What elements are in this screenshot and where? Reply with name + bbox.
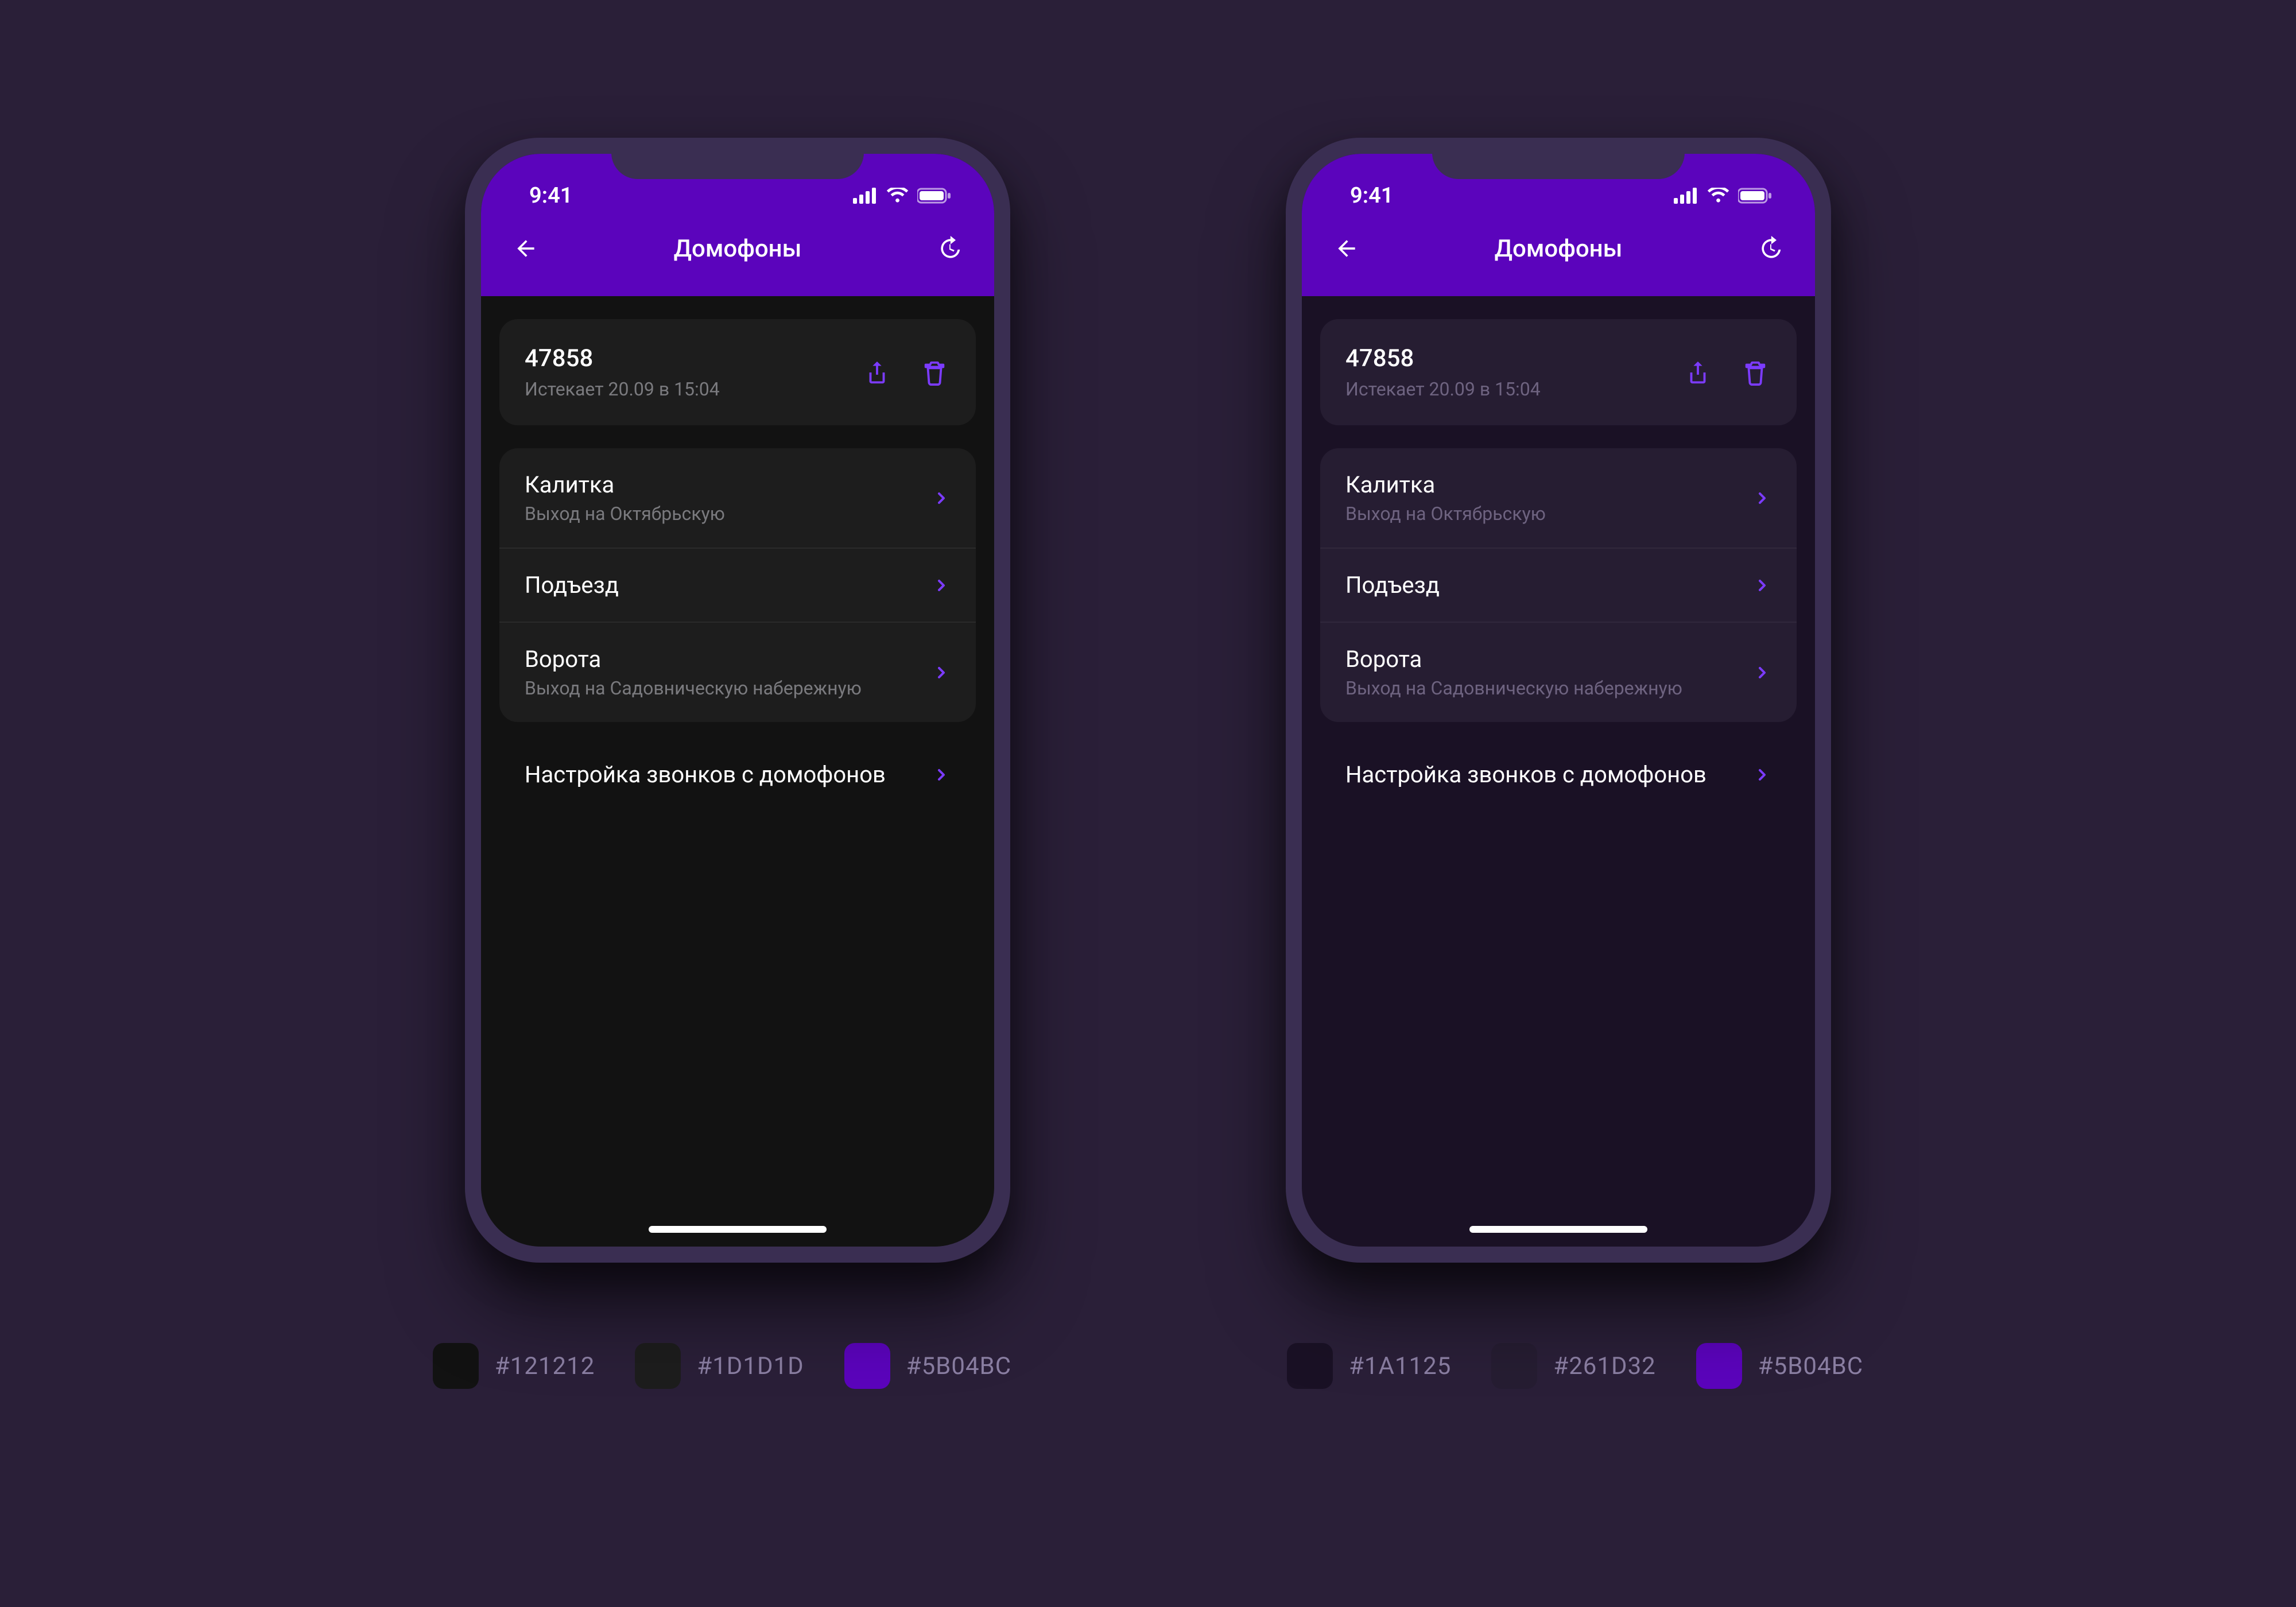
cellular-icon [853, 188, 878, 204]
screen: 9:41 [1302, 154, 1815, 1247]
device-notch [611, 138, 864, 179]
intercom-settings-link[interactable]: Настройка звонков с домофонов [499, 738, 976, 811]
status-indicators [1674, 188, 1787, 204]
phone-mockup-dark: 9:41 [465, 138, 1010, 1263]
access-code-actions [1682, 356, 1771, 389]
phone-mockup-purple: 9:41 [1286, 138, 1831, 1263]
door-item-title: Калитка [1345, 471, 1546, 498]
access-code-expiry: Истекает 20.09 в 15:04 [525, 378, 720, 400]
content-area: 47858 Истекает 20.09 в 15:04 [481, 296, 994, 811]
swatch-item: #1A1125 [1287, 1343, 1451, 1389]
door-item-subtitle: Выход на Октябрьскую [525, 503, 725, 525]
page-title: Домофоны [1302, 235, 1815, 263]
wifi-icon [1707, 188, 1730, 204]
swatch-label: #261D32 [1553, 1352, 1655, 1380]
chevron-right-icon [1753, 766, 1771, 784]
access-code-texts: 47858 Истекает 20.09 в 15:04 [525, 344, 720, 400]
door-item-gate[interactable]: Калитка Выход на Октябрьскую [499, 448, 976, 548]
color-swatch [844, 1343, 890, 1389]
delete-button[interactable] [1739, 356, 1771, 389]
back-button[interactable] [509, 231, 543, 266]
chevron-right-icon [932, 576, 951, 595]
access-code-value: 47858 [525, 344, 720, 372]
door-item-subtitle: Выход на Садовническую набережную [525, 677, 862, 699]
settings-link-label: Настройка звонков с домофонов [1345, 761, 1707, 788]
palette-a: #121212 #1D1D1D #5B04BC [433, 1343, 1011, 1389]
door-item-title: Подъезд [1345, 572, 1440, 599]
chevron-right-icon [932, 663, 951, 682]
palette-b: #1A1125 #261D32 #5B04BC [1287, 1343, 1863, 1389]
history-button[interactable] [1753, 231, 1787, 266]
swatch-label: #121212 [495, 1352, 595, 1380]
doors-list: Калитка Выход на Октябрьскую Подъезд [499, 448, 976, 722]
access-code-card: 47858 Истекает 20.09 в 15:04 [499, 319, 976, 425]
access-code-expiry: Истекает 20.09 в 15:04 [1345, 378, 1541, 400]
door-item-subtitle: Выход на Октябрьскую [1345, 503, 1546, 525]
door-item-gates[interactable]: Ворота Выход на Садовническую набережную [1320, 622, 1797, 722]
nav-bar: Домофоны [1329, 217, 1787, 280]
chevron-right-icon [932, 766, 951, 784]
door-item-gate[interactable]: Калитка Выход на Октябрьскую [1320, 448, 1797, 548]
swatch-label: #1A1125 [1349, 1352, 1451, 1380]
access-code-actions [861, 356, 951, 389]
nav-bar: Домофоны [509, 217, 967, 280]
back-button[interactable] [1329, 231, 1364, 266]
color-swatch [1491, 1343, 1537, 1389]
chevron-right-icon [1753, 489, 1771, 507]
color-palettes: #121212 #1D1D1D #5B04BC #1A1125 #261D32 [433, 1343, 1863, 1389]
share-button[interactable] [1682, 356, 1714, 389]
settings-link-label: Настройка звонков с домофонов [525, 761, 886, 788]
page-title: Домофоны [481, 235, 994, 263]
color-swatch [1287, 1343, 1333, 1389]
color-swatch [1696, 1343, 1742, 1389]
share-button[interactable] [861, 356, 893, 389]
cellular-icon [1674, 188, 1699, 204]
doors-list: Калитка Выход на Октябрьскую Подъезд [1320, 448, 1797, 722]
door-item-gates[interactable]: Ворота Выход на Садовническую набережную [499, 622, 976, 722]
swatch-item: #5B04BC [844, 1343, 1011, 1389]
home-indicator[interactable] [649, 1226, 827, 1233]
chevron-right-icon [1753, 663, 1771, 682]
swatch-item: #1D1D1D [635, 1343, 804, 1389]
swatch-label: #5B04BC [1758, 1352, 1863, 1380]
access-code-card: 47858 Истекает 20.09 в 15:04 [1320, 319, 1797, 425]
color-swatch [433, 1343, 479, 1389]
door-item-entrance[interactable]: Подъезд [1320, 548, 1797, 622]
status-indicators [853, 188, 967, 204]
intercom-settings-link[interactable]: Настройка звонков с домофонов [1320, 738, 1797, 811]
wifi-icon [886, 188, 909, 204]
home-indicator[interactable] [1469, 1226, 1647, 1233]
chevron-right-icon [932, 489, 951, 507]
content-area: 47858 Истекает 20.09 в 15:04 [1302, 296, 1815, 811]
swatch-label: #1D1D1D [697, 1352, 804, 1380]
access-code-texts: 47858 Истекает 20.09 в 15:04 [1345, 344, 1541, 400]
swatch-item: #261D32 [1491, 1343, 1655, 1389]
door-item-title: Калитка [525, 471, 725, 498]
door-item-subtitle: Выход на Садовническую набережную [1345, 677, 1682, 699]
color-swatch [635, 1343, 681, 1389]
chevron-right-icon [1753, 576, 1771, 595]
battery-icon [917, 188, 952, 204]
device-notch [1432, 138, 1685, 179]
delete-button[interactable] [918, 356, 951, 389]
swatch-label: #5B04BC [906, 1352, 1011, 1380]
door-item-title: Ворота [525, 646, 862, 673]
screen: 9:41 [481, 154, 994, 1247]
door-item-title: Подъезд [525, 572, 619, 599]
history-button[interactable] [932, 231, 967, 266]
swatch-item: #5B04BC [1696, 1343, 1863, 1389]
status-time: 9:41 [509, 183, 572, 208]
door-item-entrance[interactable]: Подъезд [499, 548, 976, 622]
swatch-item: #121212 [433, 1343, 595, 1389]
battery-icon [1738, 188, 1773, 204]
status-time: 9:41 [1329, 183, 1393, 208]
access-code-value: 47858 [1345, 344, 1541, 372]
door-item-title: Ворота [1345, 646, 1682, 673]
